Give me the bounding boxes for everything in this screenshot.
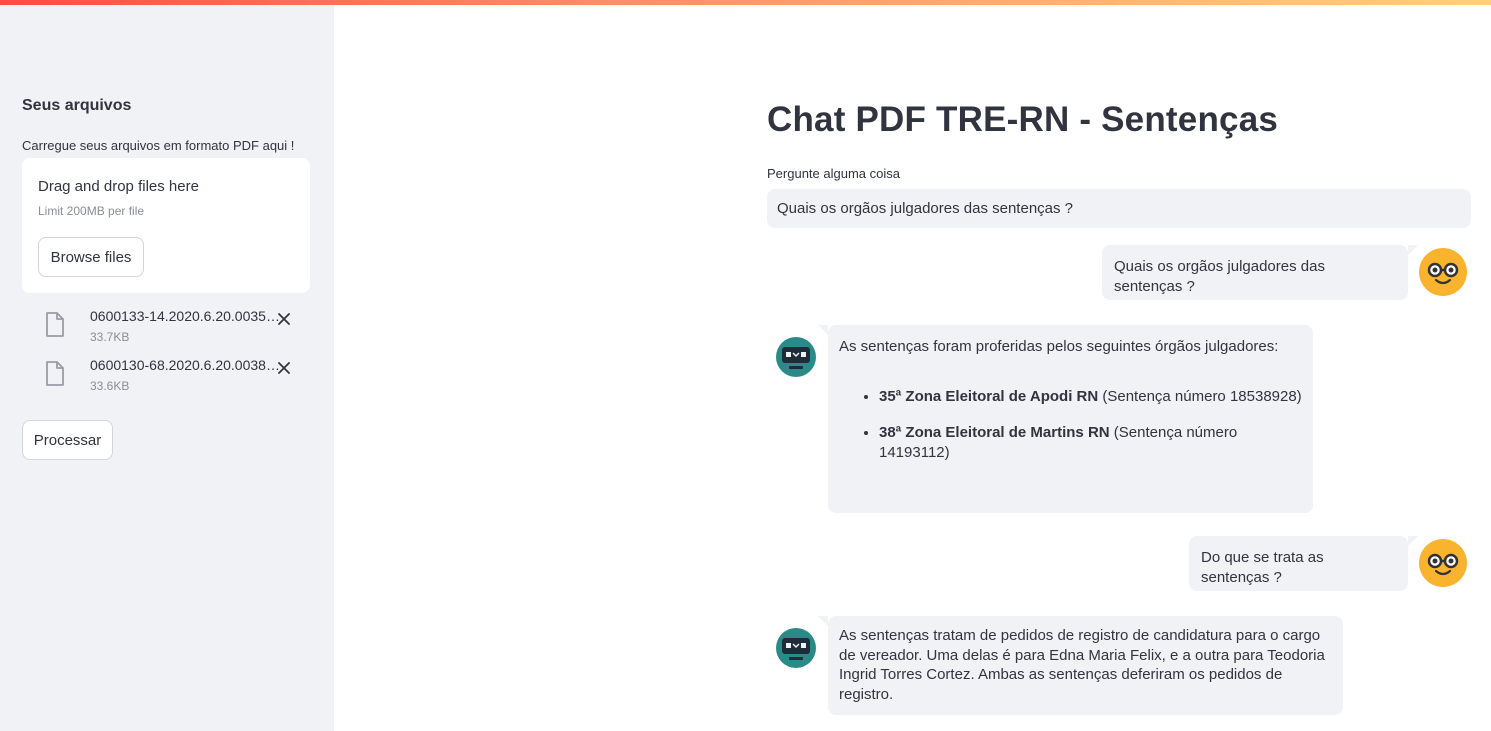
uploaded-file-item: 0600130-68.2020.6.20.0038.pdf 33.6KB <box>44 357 304 397</box>
uploaded-file-item: 0600133-14.2020.6.20.0035.pdf 33.7KB <box>44 308 304 348</box>
remove-file-icon[interactable] <box>276 311 292 327</box>
list-item: 38ª Zona Eleitoral de Martins RN (Senten… <box>879 423 1302 462</box>
sidebar-title: Seus arquivos <box>22 97 132 114</box>
bot-avatar-icon <box>772 333 820 381</box>
dropzone-title: Drag and drop files here <box>38 178 199 195</box>
file-name: 0600133-14.2020.6.20.0035.pdf <box>90 308 280 324</box>
bot-message: As sentenças foram proferidas pelos segu… <box>818 325 1313 513</box>
user-message: Do que se trata as sentenças ? <box>1189 536 1418 591</box>
dropzone-limit: Limit 200MB per file <box>38 204 145 218</box>
file-name: 0600130-68.2020.6.20.0038.pdf <box>90 357 280 373</box>
list-item-bold: 38ª Zona Eleitoral de Martins RN <box>879 424 1110 441</box>
bot-avatar-icon <box>772 624 820 672</box>
list-item-bold: 35ª Zona Eleitoral de Apodi RN <box>879 387 1099 405</box>
page-title: Chat PDF TRE-RN - Sentenças <box>767 100 1279 139</box>
remove-file-icon[interactable] <box>276 360 292 376</box>
user-avatar-icon <box>1419 248 1467 296</box>
file-dropzone[interactable]: Drag and drop files here Limit 200MB per… <box>22 158 310 293</box>
file-icon <box>44 361 66 387</box>
user-message: Quais os orgãos julgadores das sentenças… <box>1102 245 1418 300</box>
bot-message: As sentenças tratam de pedidos de regist… <box>818 616 1343 715</box>
list-item-text: (Sentença número 18538928) <box>1098 387 1302 405</box>
question-input[interactable] <box>767 189 1471 228</box>
question-label: Pergunte alguma coisa <box>767 166 900 181</box>
upload-caption: Carregue seus arquivos em formato PDF aq… <box>22 138 295 153</box>
list-item: 35ª Zona Eleitoral de Apodi RN (Sentença… <box>879 387 1302 407</box>
bot-message-intro: As sentenças foram proferidas pelos segu… <box>839 338 1279 355</box>
user-message-text: Quais os orgãos julgadores das sentenças… <box>1114 258 1325 295</box>
file-size: 33.6KB <box>90 379 130 393</box>
process-button[interactable]: Processar <box>22 420 113 460</box>
bot-message-list: 35ª Zona Eleitoral de Apodi RN (Sentença… <box>839 387 1302 463</box>
user-avatar-icon <box>1419 539 1467 587</box>
bot-message-text: As sentenças tratam de pedidos de regist… <box>839 627 1325 703</box>
file-size: 33.7KB <box>90 330 130 344</box>
sidebar: Seus arquivos Carregue seus arquivos em … <box>0 5 334 731</box>
file-icon <box>44 312 66 338</box>
user-message-text: Do que se trata as sentenças ? <box>1201 549 1324 586</box>
browse-files-button[interactable]: Browse files <box>38 237 144 277</box>
